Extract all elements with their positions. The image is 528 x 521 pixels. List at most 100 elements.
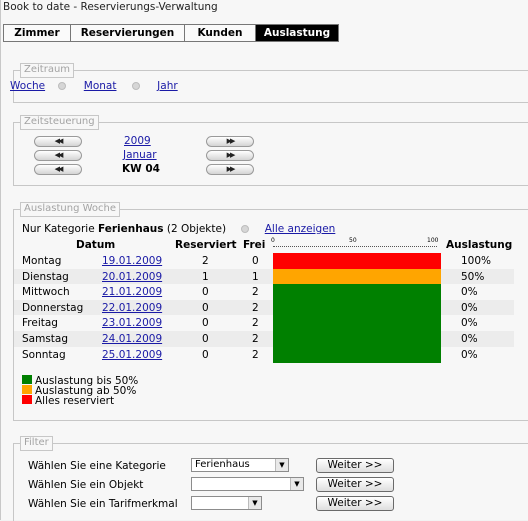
main-tabs: Zimmer Reservierungen Kunden Auslastung: [3, 24, 339, 42]
week-forward-button[interactable]: ▶▶: [206, 164, 254, 175]
category-label: Wählen Sie eine Kategorie: [28, 460, 166, 472]
reserviert-value: 0: [202, 333, 209, 345]
auslastung-percent: 0%: [461, 333, 478, 345]
year-link[interactable]: 2009: [124, 135, 151, 147]
scale-label-50: 50: [349, 237, 357, 244]
filter-suffix: (2 Objekte): [163, 223, 227, 235]
occupancy-row: Sonntag 25.01.2009 0 2 0%: [14, 346, 514, 363]
day-label: Mittwoch: [22, 286, 70, 299]
auslastung-percent: 100%: [461, 255, 492, 267]
month-forward-button[interactable]: ▶▶: [206, 150, 254, 161]
week-label: KW 04: [122, 163, 160, 175]
reserviert-value: 0: [202, 301, 209, 314]
radio-icon[interactable]: [131, 82, 140, 90]
scale-label-100: 100: [427, 237, 439, 244]
tarif-select[interactable]: ▼: [191, 496, 262, 510]
auslastung-percent: 0%: [461, 348, 478, 361]
occupancy-bar: [273, 315, 441, 332]
day-label: Dienstag: [22, 270, 69, 283]
year-back-button[interactable]: ◀◀: [34, 136, 82, 147]
occupancy-row: Mittwoch 21.01.2009 0 2 0%: [14, 284, 514, 301]
double-left-arrow-icon: ◀◀: [54, 151, 64, 159]
object-label: Wählen Sie ein Objekt: [28, 479, 144, 491]
orange-swatch: [22, 385, 32, 394]
scale-axis: 0 50 100: [271, 237, 441, 250]
category-select[interactable]: Ferienhaus ▼: [191, 458, 289, 472]
zeitraum-legend: Zeitraum: [20, 63, 75, 78]
category-select-value: Ferienhaus: [195, 459, 250, 470]
red-swatch: [22, 395, 32, 404]
zeitraum-jahr-link[interactable]: Jahr: [157, 80, 178, 92]
occupancy-bar: [273, 284, 441, 301]
chevron-down-icon[interactable]: ▼: [290, 478, 303, 490]
reserviert-value: 0: [202, 348, 209, 361]
frei-value: 1: [252, 270, 259, 283]
radio-icon[interactable]: [58, 82, 67, 90]
day-label: Sonntag: [22, 348, 66, 361]
weiter-button-tarif[interactable]: Weiter >>: [316, 496, 394, 511]
date-link[interactable]: 19.01.2009: [102, 255, 162, 267]
date-link[interactable]: 21.01.2009: [102, 286, 162, 298]
reserviert-value: 0: [202, 317, 209, 330]
zeitraum-woche-link[interactable]: Woche: [10, 80, 45, 92]
occupancy-bar: [273, 268, 441, 285]
occupancy-bar: [273, 346, 441, 363]
month-back-button[interactable]: ◀◀: [34, 150, 82, 161]
filter-legend: Filter: [20, 436, 53, 451]
date-link[interactable]: 22.01.2009: [102, 302, 162, 314]
frei-value: 2: [252, 348, 259, 361]
zeitraum-options: Woche Monat Jahr: [10, 80, 178, 92]
tab-auslastung[interactable]: Auslastung: [256, 25, 339, 42]
frei-value: 2: [252, 301, 259, 314]
frei-value: 2: [252, 317, 259, 330]
day-label: Donnerstag: [22, 301, 84, 314]
tab-reservierungen[interactable]: Reservierungen: [71, 25, 185, 42]
year-forward-button[interactable]: ▶▶: [206, 136, 254, 147]
zeitraum-section: Zeitraum Woche Monat Jahr: [10, 63, 528, 103]
auslastung-section: Auslastung Woche Nur Kategorie Ferienhau…: [13, 202, 528, 421]
occupancy-row: Freitag 23.01.2009 0 2 0%: [14, 315, 514, 332]
reserviert-value: 2: [202, 255, 209, 267]
double-left-arrow-icon: ◀◀: [54, 137, 64, 145]
category-filter-info: Nur Kategorie Ferienhaus (2 Objekte) All…: [22, 223, 335, 235]
window-title: Book to date - Reservierungs-Verwaltung: [3, 1, 218, 13]
key-item-low: Auslastung bis 50%: [22, 375, 138, 386]
auslastung-percent: 0%: [461, 317, 478, 330]
date-link[interactable]: 25.01.2009: [102, 349, 162, 361]
occupancy-row: Samstag 24.01.2009 0 2 0%: [14, 331, 514, 348]
show-all-link[interactable]: Alle anzeigen: [265, 223, 336, 235]
header-frei: Frei: [243, 239, 266, 251]
radio-icon[interactable]: [241, 225, 250, 233]
tab-zimmer[interactable]: Zimmer: [3, 25, 71, 42]
occupancy-row: Donnerstag 22.01.2009 0 2 0%: [14, 299, 514, 316]
header-reserviert: Reserviert: [175, 239, 237, 251]
weiter-button-category[interactable]: Weiter >>: [316, 458, 394, 473]
zeitraum-monat-link[interactable]: Monat: [84, 80, 117, 92]
reserviert-value: 1: [202, 270, 209, 283]
day-label: Samstag: [22, 333, 69, 345]
zeitsteuerung-legend: Zeitsteuerung: [20, 115, 99, 130]
double-right-arrow-icon: ▶▶: [226, 151, 236, 159]
date-link[interactable]: 20.01.2009: [102, 271, 162, 283]
weiter-button-object[interactable]: Weiter >>: [316, 477, 394, 492]
double-right-arrow-icon: ▶▶: [226, 137, 236, 145]
date-link[interactable]: 24.01.2009: [102, 333, 162, 345]
date-link[interactable]: 23.01.2009: [102, 317, 162, 329]
tab-kunden[interactable]: Kunden: [185, 25, 256, 42]
chevron-down-icon[interactable]: ▼: [275, 459, 288, 471]
frei-value: 2: [252, 333, 259, 345]
occupancy-bar: [273, 253, 441, 270]
week-back-button[interactable]: ◀◀: [34, 164, 82, 175]
filter-section: Filter Wählen Sie eine Kategorie Ferienh…: [13, 436, 528, 521]
double-left-arrow-icon: ◀◀: [54, 165, 64, 173]
zeitsteuerung-section: Zeitsteuerung ◀◀ ◀◀ ◀◀ 2009 Januar KW 04…: [13, 115, 528, 186]
green-swatch: [22, 375, 32, 384]
occupancy-bar: [273, 331, 441, 348]
auslastung-legend: Auslastung Woche: [20, 202, 121, 217]
chevron-down-icon[interactable]: ▼: [248, 497, 261, 509]
reserviert-value: 0: [202, 286, 209, 299]
scale-label-0: 0: [271, 237, 275, 244]
object-select[interactable]: ▼: [191, 477, 304, 491]
month-link[interactable]: Januar: [123, 149, 157, 161]
occupancy-row: Montag 19.01.2009 2 0 100%: [14, 253, 514, 270]
